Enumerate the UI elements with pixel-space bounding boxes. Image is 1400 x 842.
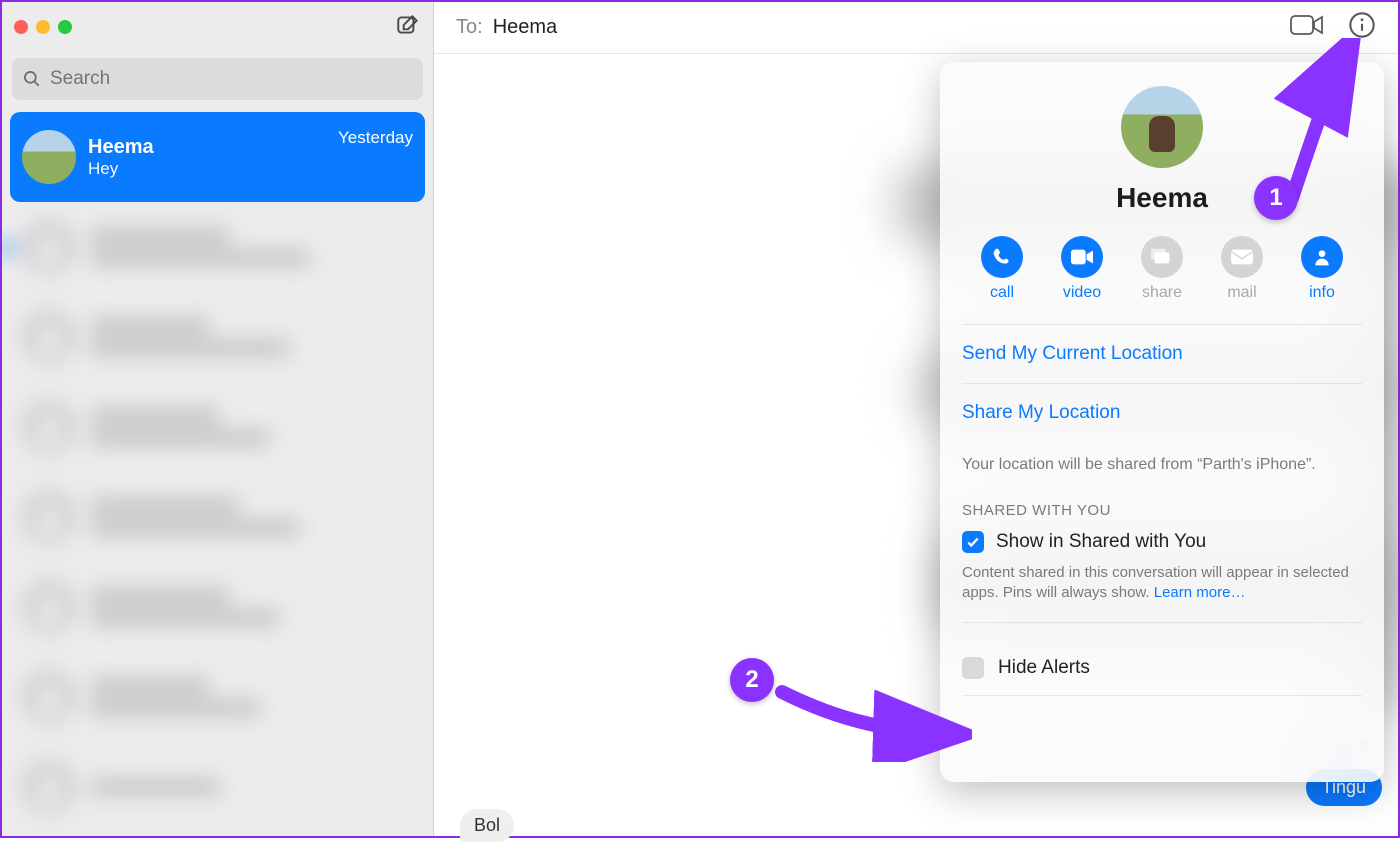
contact-actions-row: call video share mail info bbox=[962, 236, 1362, 325]
conversation-name: Heema bbox=[88, 136, 338, 159]
window-controls-bar bbox=[2, 2, 433, 52]
shared-description: Content shared in this conversation will… bbox=[962, 563, 1362, 604]
traffic-lights bbox=[14, 20, 72, 34]
show-in-shared-label: Show in Shared with You bbox=[996, 531, 1206, 553]
fullscreen-window-button[interactable] bbox=[58, 20, 72, 34]
show-in-shared-checkbox[interactable]: Show in Shared with You bbox=[962, 531, 1362, 553]
search-field[interactable] bbox=[12, 58, 423, 100]
conversation-topbar: To: Heema bbox=[434, 2, 1398, 54]
shared-with-you-header: SHARED WITH YOU bbox=[962, 502, 1362, 519]
conversation-list-blurred bbox=[2, 202, 433, 836]
video-button[interactable]: video bbox=[1046, 236, 1118, 302]
sidebar: Heema Hey Yesterday bbox=[2, 2, 434, 836]
phone-icon bbox=[992, 247, 1012, 267]
conversation-preview: Hey bbox=[88, 159, 338, 179]
checkbox-checked-icon bbox=[962, 531, 984, 553]
compose-icon[interactable] bbox=[395, 12, 421, 43]
search-input[interactable] bbox=[50, 68, 413, 90]
screenshare-icon bbox=[1151, 248, 1173, 266]
info-button[interactable]: info bbox=[1286, 236, 1358, 302]
annotation-badge-1: 1 bbox=[1254, 176, 1298, 220]
location-hint: Your location will be shared from “Parth… bbox=[962, 442, 1362, 502]
avatar bbox=[22, 130, 76, 184]
share-button: share bbox=[1126, 236, 1198, 302]
call-button[interactable]: call bbox=[966, 236, 1038, 302]
conversation-list[interactable]: Heema Hey Yesterday bbox=[2, 110, 433, 836]
conversation-row-selected[interactable]: Heema Hey Yesterday bbox=[10, 112, 425, 202]
minimize-window-button[interactable] bbox=[36, 20, 50, 34]
send-current-location-link[interactable]: Send My Current Location bbox=[962, 343, 1183, 364]
annotation-arrow-2 bbox=[772, 672, 972, 762]
video-icon bbox=[1071, 249, 1093, 265]
close-window-button[interactable] bbox=[14, 20, 28, 34]
incoming-typing-bubble: Bol bbox=[460, 809, 514, 842]
share-my-location-link[interactable]: Share My Location bbox=[962, 402, 1120, 423]
share-label: share bbox=[1142, 284, 1182, 302]
annotation-badge-2: 2 bbox=[730, 658, 774, 702]
mail-button: mail bbox=[1206, 236, 1278, 302]
info-label: info bbox=[1309, 284, 1335, 302]
search-icon bbox=[22, 69, 42, 89]
to-recipient: Heema bbox=[493, 16, 557, 39]
hide-alerts-label: Hide Alerts bbox=[998, 657, 1090, 679]
learn-more-link[interactable]: Learn more… bbox=[1154, 584, 1246, 601]
conversation-time: Yesterday bbox=[338, 128, 413, 148]
contact-avatar[interactable] bbox=[1121, 86, 1203, 168]
video-label: video bbox=[1063, 284, 1101, 302]
person-icon bbox=[1312, 247, 1332, 267]
to-label: To: bbox=[456, 16, 483, 39]
hide-alerts-checkbox[interactable]: Hide Alerts bbox=[962, 641, 1362, 696]
mail-icon bbox=[1231, 249, 1253, 265]
call-label: call bbox=[990, 284, 1014, 302]
mail-label: mail bbox=[1227, 284, 1256, 302]
